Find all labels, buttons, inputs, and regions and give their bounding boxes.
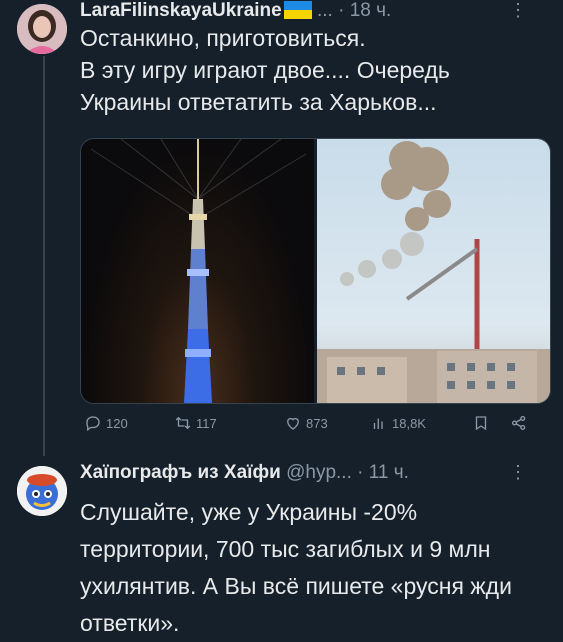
tweet-media[interactable] xyxy=(80,138,551,404)
author-name[interactable]: LaraFilinskayaUkraine xyxy=(80,0,282,20)
tweet-actions: 120 117 873 18,8K xyxy=(80,414,550,440)
reply-icon xyxy=(86,416,100,432)
tweet-header: LaraFilinskayaUkraine ... · 18 ч. ⋮ xyxy=(80,0,550,20)
like-button[interactable]: 873 xyxy=(284,414,328,432)
more-options-icon[interactable]: ⋮ xyxy=(509,462,528,482)
tweet-meta: @hyp... · 11 ч. xyxy=(286,462,409,482)
ukraine-flag-icon xyxy=(283,1,312,19)
avatar[interactable] xyxy=(17,4,67,54)
tweet-text: Слушайте, уже у Украины -20% территории,… xyxy=(80,499,512,636)
tweet-meta: ... · 18 ч. xyxy=(317,0,392,20)
views-icon xyxy=(373,418,383,429)
views-count: 18,8K xyxy=(392,415,426,431)
views-button[interactable]: 18,8K xyxy=(370,414,426,432)
retweet-count: 117 xyxy=(196,415,217,431)
share-button[interactable] xyxy=(510,414,528,432)
more-options-icon[interactable]: ⋮ xyxy=(509,0,528,20)
reply-button[interactable]: 120 xyxy=(84,414,128,432)
kharkiv-tower-image[interactable] xyxy=(317,139,550,403)
reply-count: 120 xyxy=(106,415,128,431)
tweet-text: Останкино, приготовиться. В эту игру игр… xyxy=(80,25,450,115)
retweet-icon xyxy=(175,416,191,430)
author-name[interactable]: Хаїпографъ из Хаїфи xyxy=(80,462,281,482)
avatar[interactable] xyxy=(17,466,67,516)
thread-line xyxy=(43,56,45,456)
bookmark-icon xyxy=(475,416,487,431)
like-icon xyxy=(287,417,299,430)
tweet-header: Хаїпографъ из Хаїфи @hyp... · 11 ч. ⋮ xyxy=(80,462,550,482)
like-count: 873 xyxy=(306,415,328,431)
ostankino-tower-image[interactable] xyxy=(81,139,314,403)
bookmark-button[interactable] xyxy=(472,414,490,432)
share-icon xyxy=(511,415,526,431)
retweet-button[interactable]: 117 xyxy=(174,414,217,432)
